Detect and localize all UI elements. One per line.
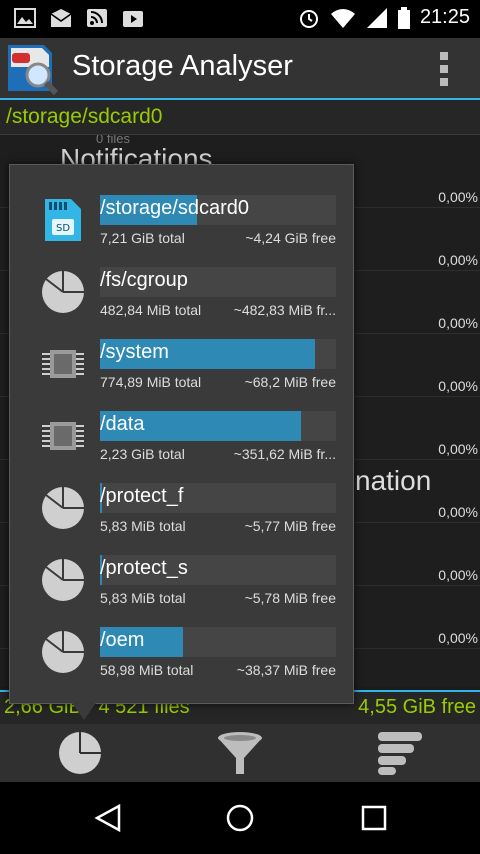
alarm-icon [299, 9, 318, 28]
sd-card-icon: SD [45, 199, 81, 241]
image-icon [14, 8, 36, 28]
storage-item-total: 5,83 MiB total [100, 590, 186, 606]
pie-chart-icon [42, 271, 84, 313]
status-clock: 21:25 [419, 6, 470, 28]
status-bar: 21:25 [0, 0, 480, 38]
battery-icon [397, 6, 410, 29]
storage-item-total: 5,83 MiB total [100, 518, 186, 534]
overflow-menu-icon[interactable] [440, 52, 450, 86]
storage-item-free: ~482,83 MiB fr... [233, 302, 336, 318]
storage-item[interactable]: /protect_s 5,83 MiB total ~5,78 MiB free [10, 539, 353, 611]
sort-bars-icon [378, 732, 422, 775]
svg-text:SD: SD [56, 223, 70, 234]
storage-select-popup: SD /storage/sdcard0 7,21 GiB total ~4,24… [9, 164, 354, 704]
sort-button[interactable] [374, 728, 426, 778]
storage-item-name: /protect_f [100, 485, 184, 507]
list-item-percentage: 0,00% [438, 315, 478, 331]
storage-item-total: 58,98 MiB total [100, 662, 194, 678]
list-item-percentage: 0,00% [438, 441, 478, 457]
filter-button[interactable] [214, 728, 266, 778]
current-path: /storage/sdcard0 [6, 105, 163, 128]
chip-icon [42, 422, 84, 450]
notification-icons [14, 8, 144, 28]
popup-pointer [70, 700, 98, 720]
youtube-icon [123, 11, 143, 27]
list-item-percentage: 0,00% [438, 378, 478, 394]
storage-item-free: ~351,62 MiB fr... [233, 446, 336, 462]
home-circle-icon [226, 804, 254, 832]
storage-item-free: ~5,78 MiB free [244, 590, 336, 606]
list-item-percentage: 0,00% [438, 630, 478, 646]
pie-chart-icon [42, 487, 84, 529]
storage-item-name: /oem [100, 629, 145, 651]
storage-item[interactable]: /oem 58,98 MiB total ~38,37 MiB free [10, 611, 353, 683]
storage-item-free: ~5,77 MiB free [244, 518, 336, 534]
pie-chart-icon [42, 631, 84, 673]
storage-item-free: ~38,37 MiB free [236, 662, 336, 678]
app-title: Storage Analyser [72, 50, 293, 82]
recents-square-icon [361, 805, 387, 831]
back-button[interactable] [88, 798, 128, 838]
filter-funnel-icon [218, 732, 262, 774]
storage-item-free: ~4,24 GiB free [245, 230, 336, 246]
system-status-icons: 21:25 [298, 6, 470, 29]
list-item-percentage: 0,00% [438, 189, 478, 205]
navigation-bar [0, 782, 480, 854]
action-bar: Storage Analyser [0, 38, 480, 100]
storage-item-total: 7,21 GiB total [100, 230, 185, 246]
mail-icon [50, 9, 72, 27]
storage-item-name: /protect_s [100, 557, 188, 579]
storage-item-total: 2,23 GiB total [100, 446, 185, 462]
storage-item[interactable]: /system 774,89 MiB total ~68,2 MiB free [10, 323, 353, 395]
signal-icon [366, 7, 387, 28]
path-bar: /storage/sdcard0 [0, 100, 480, 135]
storage-item[interactable]: SD /storage/sdcard0 7,21 GiB total ~4,24… [10, 179, 353, 251]
back-triangle-icon [94, 803, 121, 833]
rss-icon [87, 9, 107, 27]
summary-free: 4,55 GiB free [358, 696, 476, 718]
storage-item[interactable]: /protect_f 5,83 MiB total ~5,77 MiB free [10, 467, 353, 539]
storage-item-total: 482,84 MiB total [100, 302, 202, 318]
storage-item-total: 774,89 MiB total [100, 374, 202, 390]
recents-button[interactable] [354, 798, 394, 838]
storage-item[interactable]: /fs/cgroup 482,84 MiB total ~482,83 MiB … [10, 251, 353, 323]
storage-item-name: /system [100, 341, 169, 363]
list-subheading-partial: 0 files [96, 135, 130, 146]
sd-magnifier-icon[interactable] [4, 41, 58, 95]
storage-item-name: /data [100, 413, 145, 435]
chip-icon [42, 350, 84, 378]
pie-chart-icon [59, 732, 101, 774]
list-item-percentage: 0,00% [438, 252, 478, 268]
storage-item[interactable]: /data 2,23 GiB total ~351,62 MiB fr... [10, 395, 353, 467]
list-item-percentage: 0,00% [438, 504, 478, 520]
pie-chart-icon [42, 559, 84, 601]
wifi-icon [330, 8, 355, 28]
storage-item-name: /storage/sdcard0 [100, 197, 249, 219]
storage-item-name: /fs/cgroup [100, 269, 188, 291]
list-item-percentage: 0,00% [438, 567, 478, 583]
home-button[interactable] [220, 798, 260, 838]
storage-select-button[interactable] [54, 728, 106, 778]
bottom-toolbar [0, 724, 480, 782]
storage-item-free: ~68,2 MiB free [244, 374, 336, 390]
